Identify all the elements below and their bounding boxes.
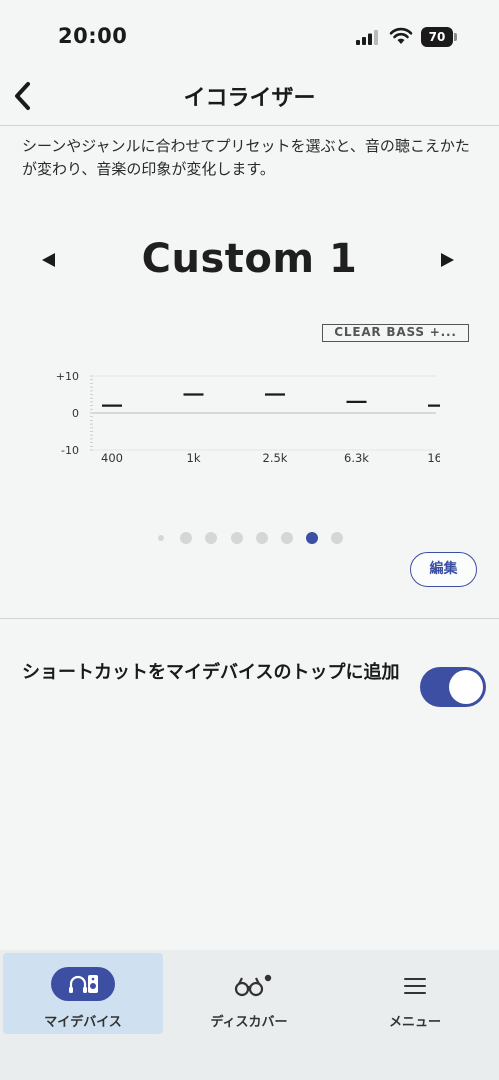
- tab-label: ディスカバー: [210, 1015, 288, 1030]
- x-tick-label: 6.3k: [344, 451, 369, 465]
- hamburger-menu-icon: [404, 978, 426, 994]
- page-dot[interactable]: [281, 532, 293, 544]
- toggle-knob: [449, 670, 483, 704]
- clear-bass-badge: CLEAR BASS +...: [322, 324, 469, 342]
- headphones-speaker-icon: [69, 975, 98, 993]
- section-divider: [0, 618, 499, 619]
- bottom-tab-bar: マイデバイス ディスカバー メニュー: [0, 950, 499, 1080]
- preset-page-dots[interactable]: [0, 531, 499, 545]
- page-dot[interactable]: [205, 532, 218, 544]
- page-title: イコライザー: [183, 86, 316, 111]
- x-tick-label: 16k: [427, 451, 440, 465]
- next-preset-arrow-icon[interactable]: [437, 250, 457, 270]
- nav-header: イコライザー: [0, 70, 499, 124]
- battery-level: 70: [421, 27, 453, 47]
- shortcut-toggle[interactable]: [420, 667, 486, 707]
- tab-menu[interactable]: メニュー: [335, 953, 495, 1034]
- tab-my-device[interactable]: マイデバイス: [3, 953, 163, 1034]
- binoculars-icon: [234, 974, 272, 997]
- equalizer-chart-svg: +10 0 -10 400 1k 2.5k 6.3k 16k: [56, 370, 440, 465]
- status-time: 20:00: [58, 24, 128, 48]
- x-tick-label: 1k: [187, 451, 201, 465]
- page-dot[interactable]: [230, 532, 243, 544]
- equalizer-chart: +10 0 -10 400 1k 2.5k 6.3k 16k: [40, 362, 440, 472]
- y-tick-label: +10: [56, 370, 79, 383]
- page-dot[interactable]: [255, 532, 268, 544]
- previous-preset-arrow-icon[interactable]: [39, 250, 59, 270]
- battery-icon: 70: [421, 27, 457, 47]
- tab-label: メニュー: [388, 1015, 441, 1030]
- edit-button[interactable]: 編集: [410, 552, 477, 587]
- tab-label: マイデバイス: [44, 1015, 122, 1030]
- x-tick-label: 2.5k: [263, 451, 288, 465]
- preset-name: Custom 1: [141, 236, 358, 282]
- cellular-signal-icon: [356, 30, 378, 45]
- y-tick-label: 0: [72, 407, 79, 420]
- y-tick-label: -10: [61, 444, 79, 457]
- equalizer-description: シーンやジャンルに合わせてプリセットを選ぶと、音の聴こえかたが変わり、音楽の印象…: [22, 137, 470, 178]
- status-bar: 20:00 70: [0, 0, 499, 70]
- header-divider: [0, 125, 499, 126]
- tab-active-indicator: [51, 967, 115, 1001]
- x-tick-label: 400: [101, 451, 123, 465]
- page-dot-active[interactable]: [306, 532, 319, 544]
- tab-discover[interactable]: ディスカバー: [169, 953, 329, 1034]
- page-dot[interactable]: [158, 535, 164, 541]
- page-dot[interactable]: [331, 532, 344, 544]
- wifi-icon: [389, 27, 413, 44]
- page-dot[interactable]: [180, 532, 193, 544]
- shortcut-label: ショートカットをマイデバイスのトップに追加: [22, 662, 400, 683]
